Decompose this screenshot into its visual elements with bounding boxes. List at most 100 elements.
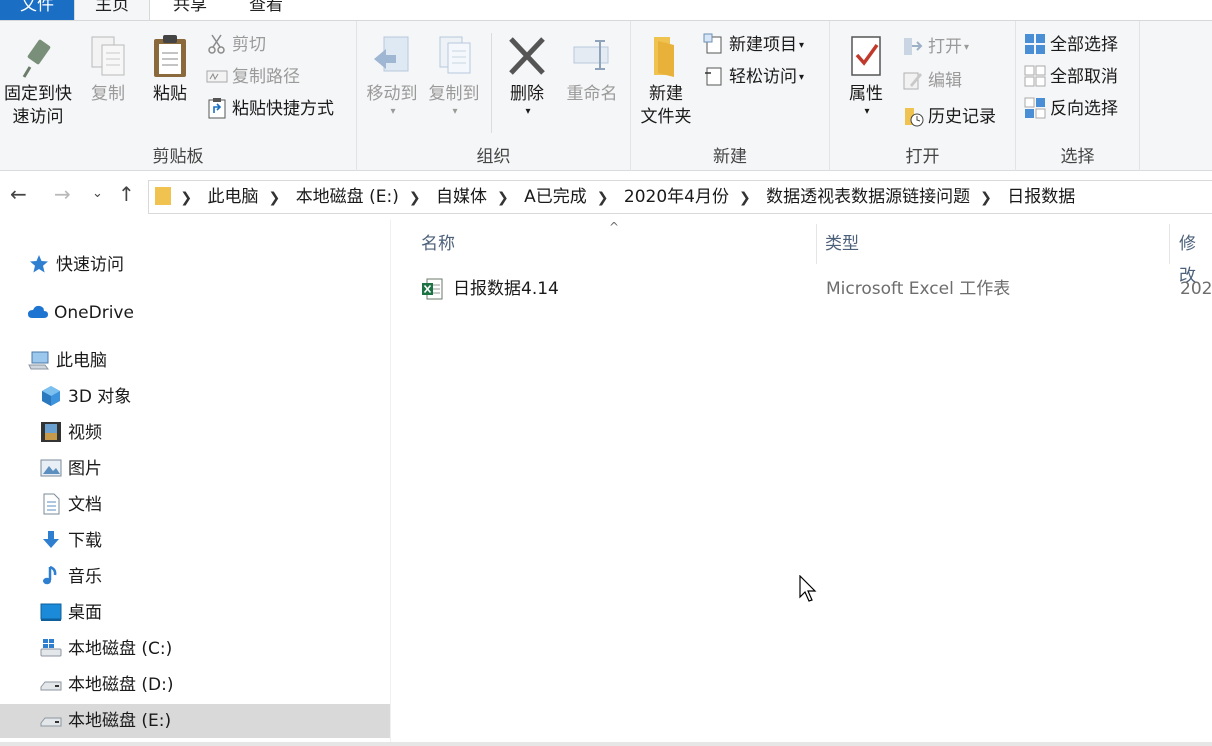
- file-row[interactable]: 日报数据4.14 Microsoft Excel 工作表 202: [417, 274, 1212, 304]
- breadcrumb-separator-icon[interactable]: ❯: [493, 182, 513, 213]
- nav-label: 此电脑: [56, 351, 107, 371]
- breadcrumb-item[interactable]: 2020年4月份: [618, 181, 735, 213]
- breadcrumb-separator-icon[interactable]: ❯: [265, 182, 285, 213]
- column-header-name[interactable]: 名称: [421, 228, 455, 260]
- breadcrumb-separator-icon[interactable]: ❯: [405, 182, 425, 213]
- edit-button[interactable]: 编辑: [902, 67, 962, 95]
- tab-share[interactable]: 共享: [154, 0, 226, 20]
- paste-shortcut-button[interactable]: 粘贴快捷方式: [206, 95, 334, 123]
- nav-item-pictures[interactable]: 图片: [0, 452, 390, 486]
- recent-locations-chevron-icon[interactable]: ⌄: [92, 186, 103, 201]
- tab-view[interactable]: 查看: [230, 0, 302, 20]
- paste-button[interactable]: 粘贴: [144, 27, 196, 106]
- copy-button[interactable]: 复制: [84, 27, 132, 106]
- up-arrow-icon[interactable]: ↑: [118, 182, 135, 206]
- nav-item-downloads[interactable]: 下载: [0, 524, 390, 558]
- tab-home[interactable]: 主页: [74, 0, 150, 20]
- tab-file[interactable]: 文件: [0, 0, 74, 20]
- status-bar-edge: [0, 742, 1212, 746]
- nav-item-documents[interactable]: 文档: [0, 488, 390, 522]
- group-open: 属性 ▾ 打开 ▾ 编辑 历史记录 打开: [830, 21, 1016, 171]
- file-modified: 202: [1180, 279, 1212, 299]
- nav-item-drive-c[interactable]: 本地磁盘 (C:): [0, 632, 390, 666]
- nav-item-drive-e[interactable]: 本地磁盘 (E:): [0, 704, 390, 738]
- rename-label: 重命名: [566, 84, 618, 104]
- select-none-button[interactable]: 全部取消: [1024, 63, 1118, 91]
- column-divider[interactable]: [1169, 224, 1170, 264]
- column-header-modified[interactable]: 修改: [1179, 228, 1212, 286]
- breadcrumb-item[interactable]: 日报数据: [1001, 181, 1081, 213]
- mouse-cursor-icon: [799, 575, 817, 602]
- edit-label: 编辑: [928, 71, 962, 91]
- breadcrumb-item[interactable]: A已完成: [518, 181, 593, 213]
- cube-icon: [40, 385, 62, 407]
- nav-label: 本地磁盘 (D:): [68, 675, 174, 695]
- forward-arrow-icon[interactable]: →: [54, 182, 71, 206]
- select-none-icon: [1024, 65, 1046, 87]
- back-arrow-icon[interactable]: ←: [10, 182, 27, 206]
- new-folder-button[interactable]: 新建 文件夹: [635, 27, 697, 129]
- breadcrumb-separator-icon[interactable]: ❯: [976, 182, 996, 213]
- address-bar[interactable]: ❯ 此电脑 ❯ 本地磁盘 (E:) ❯ 自媒体 ❯ A已完成 ❯ 2020年4月份 ❯ 数…: [148, 180, 1212, 214]
- drive-icon: [40, 709, 62, 731]
- new-folder-label-line1: 新建: [649, 84, 683, 104]
- rename-button[interactable]: 重命名: [559, 27, 625, 106]
- nav-item-onedrive[interactable]: OneDrive: [0, 296, 390, 330]
- copy-path-button[interactable]: 复制路径: [206, 63, 300, 91]
- history-label: 历史记录: [928, 107, 996, 127]
- breadcrumb-separator-icon[interactable]: ❯: [176, 182, 196, 213]
- nav-label: 图片: [68, 459, 102, 479]
- delete-x-icon: [509, 37, 545, 75]
- copy-to-button[interactable]: 复制到 ▾: [425, 27, 483, 123]
- breadcrumb-item[interactable]: 自媒体: [430, 181, 493, 213]
- open-button[interactable]: 打开 ▾: [902, 33, 969, 61]
- breadcrumb-item[interactable]: 此电脑: [202, 181, 265, 213]
- paste-shortcut-label: 粘贴快捷方式: [232, 99, 334, 119]
- ribbon-tabs: 文件 主页 共享 查看: [0, 0, 1212, 22]
- nav-item-drive-d[interactable]: 本地磁盘 (D:): [0, 668, 390, 702]
- new-item-label: 新建项目: [729, 35, 797, 55]
- sort-ascending-icon: ^: [609, 220, 620, 234]
- history-button[interactable]: 历史记录: [902, 103, 996, 131]
- nav-item-desktop[interactable]: 桌面: [0, 596, 390, 630]
- nav-label: 下载: [68, 531, 102, 551]
- nav-item-this-pc[interactable]: 此电脑: [0, 344, 390, 378]
- paste-shortcut-icon: [206, 97, 228, 119]
- file-name[interactable]: 日报数据4.14: [453, 274, 559, 304]
- file-type: Microsoft Excel 工作表: [826, 279, 1011, 299]
- cut-button[interactable]: 剪切: [206, 31, 266, 59]
- nav-item-3d-objects[interactable]: 3D 对象: [0, 380, 390, 414]
- select-all-label: 全部选择: [1050, 35, 1118, 55]
- nav-label: 本地磁盘 (E:): [68, 711, 172, 731]
- download-arrow-icon: [40, 529, 62, 551]
- breadcrumb-separator-icon[interactable]: ❯: [735, 182, 755, 213]
- move-to-button[interactable]: 移动到 ▾: [363, 27, 421, 123]
- easy-access-button[interactable]: 轻松访问 ▾: [703, 63, 804, 91]
- delete-button[interactable]: 删除 ▾: [499, 27, 555, 123]
- edit-pencil-icon: [902, 69, 924, 91]
- organize-divider: [491, 33, 492, 133]
- excel-file-icon: [421, 278, 443, 310]
- navigation-pane: 快速访问 OneDrive 此电脑 3D 对象 视频 图片 文档 下载 音乐 桌…: [0, 220, 390, 746]
- select-group-label: 选择: [1060, 147, 1095, 167]
- copy-to-icon: [439, 36, 471, 74]
- invert-selection-button[interactable]: 反向选择: [1024, 95, 1118, 123]
- copy-path-label: 复制路径: [232, 67, 300, 87]
- column-divider[interactable]: [816, 224, 817, 264]
- ribbon: 固定到快 速访问 复制 粘贴 剪切 复制路径 粘贴快捷方式 剪贴板 移动到 ▾ …: [0, 20, 1212, 171]
- open-group-label: 打开: [905, 147, 940, 167]
- new-item-button[interactable]: 新建项目 ▾: [703, 31, 804, 59]
- nav-item-music[interactable]: 音乐: [0, 560, 390, 594]
- breadcrumb-item[interactable]: 本地磁盘 (E:): [290, 181, 405, 213]
- breadcrumb-separator-icon[interactable]: ❯: [593, 182, 613, 213]
- properties-button[interactable]: 属性 ▾: [838, 27, 894, 123]
- nav-item-quick-access[interactable]: 快速访问: [0, 248, 390, 282]
- breadcrumb-item[interactable]: 数据透视表数据源链接问题: [760, 181, 976, 213]
- copy-icon: [91, 36, 125, 76]
- pin-to-quick-access-button[interactable]: 固定到快 速访问: [0, 27, 76, 129]
- column-header-type[interactable]: 类型: [825, 228, 859, 260]
- pin-icon: [22, 39, 51, 78]
- select-all-button[interactable]: 全部选择: [1024, 31, 1118, 59]
- desktop-icon: [40, 601, 62, 623]
- nav-item-videos[interactable]: 视频: [0, 416, 390, 450]
